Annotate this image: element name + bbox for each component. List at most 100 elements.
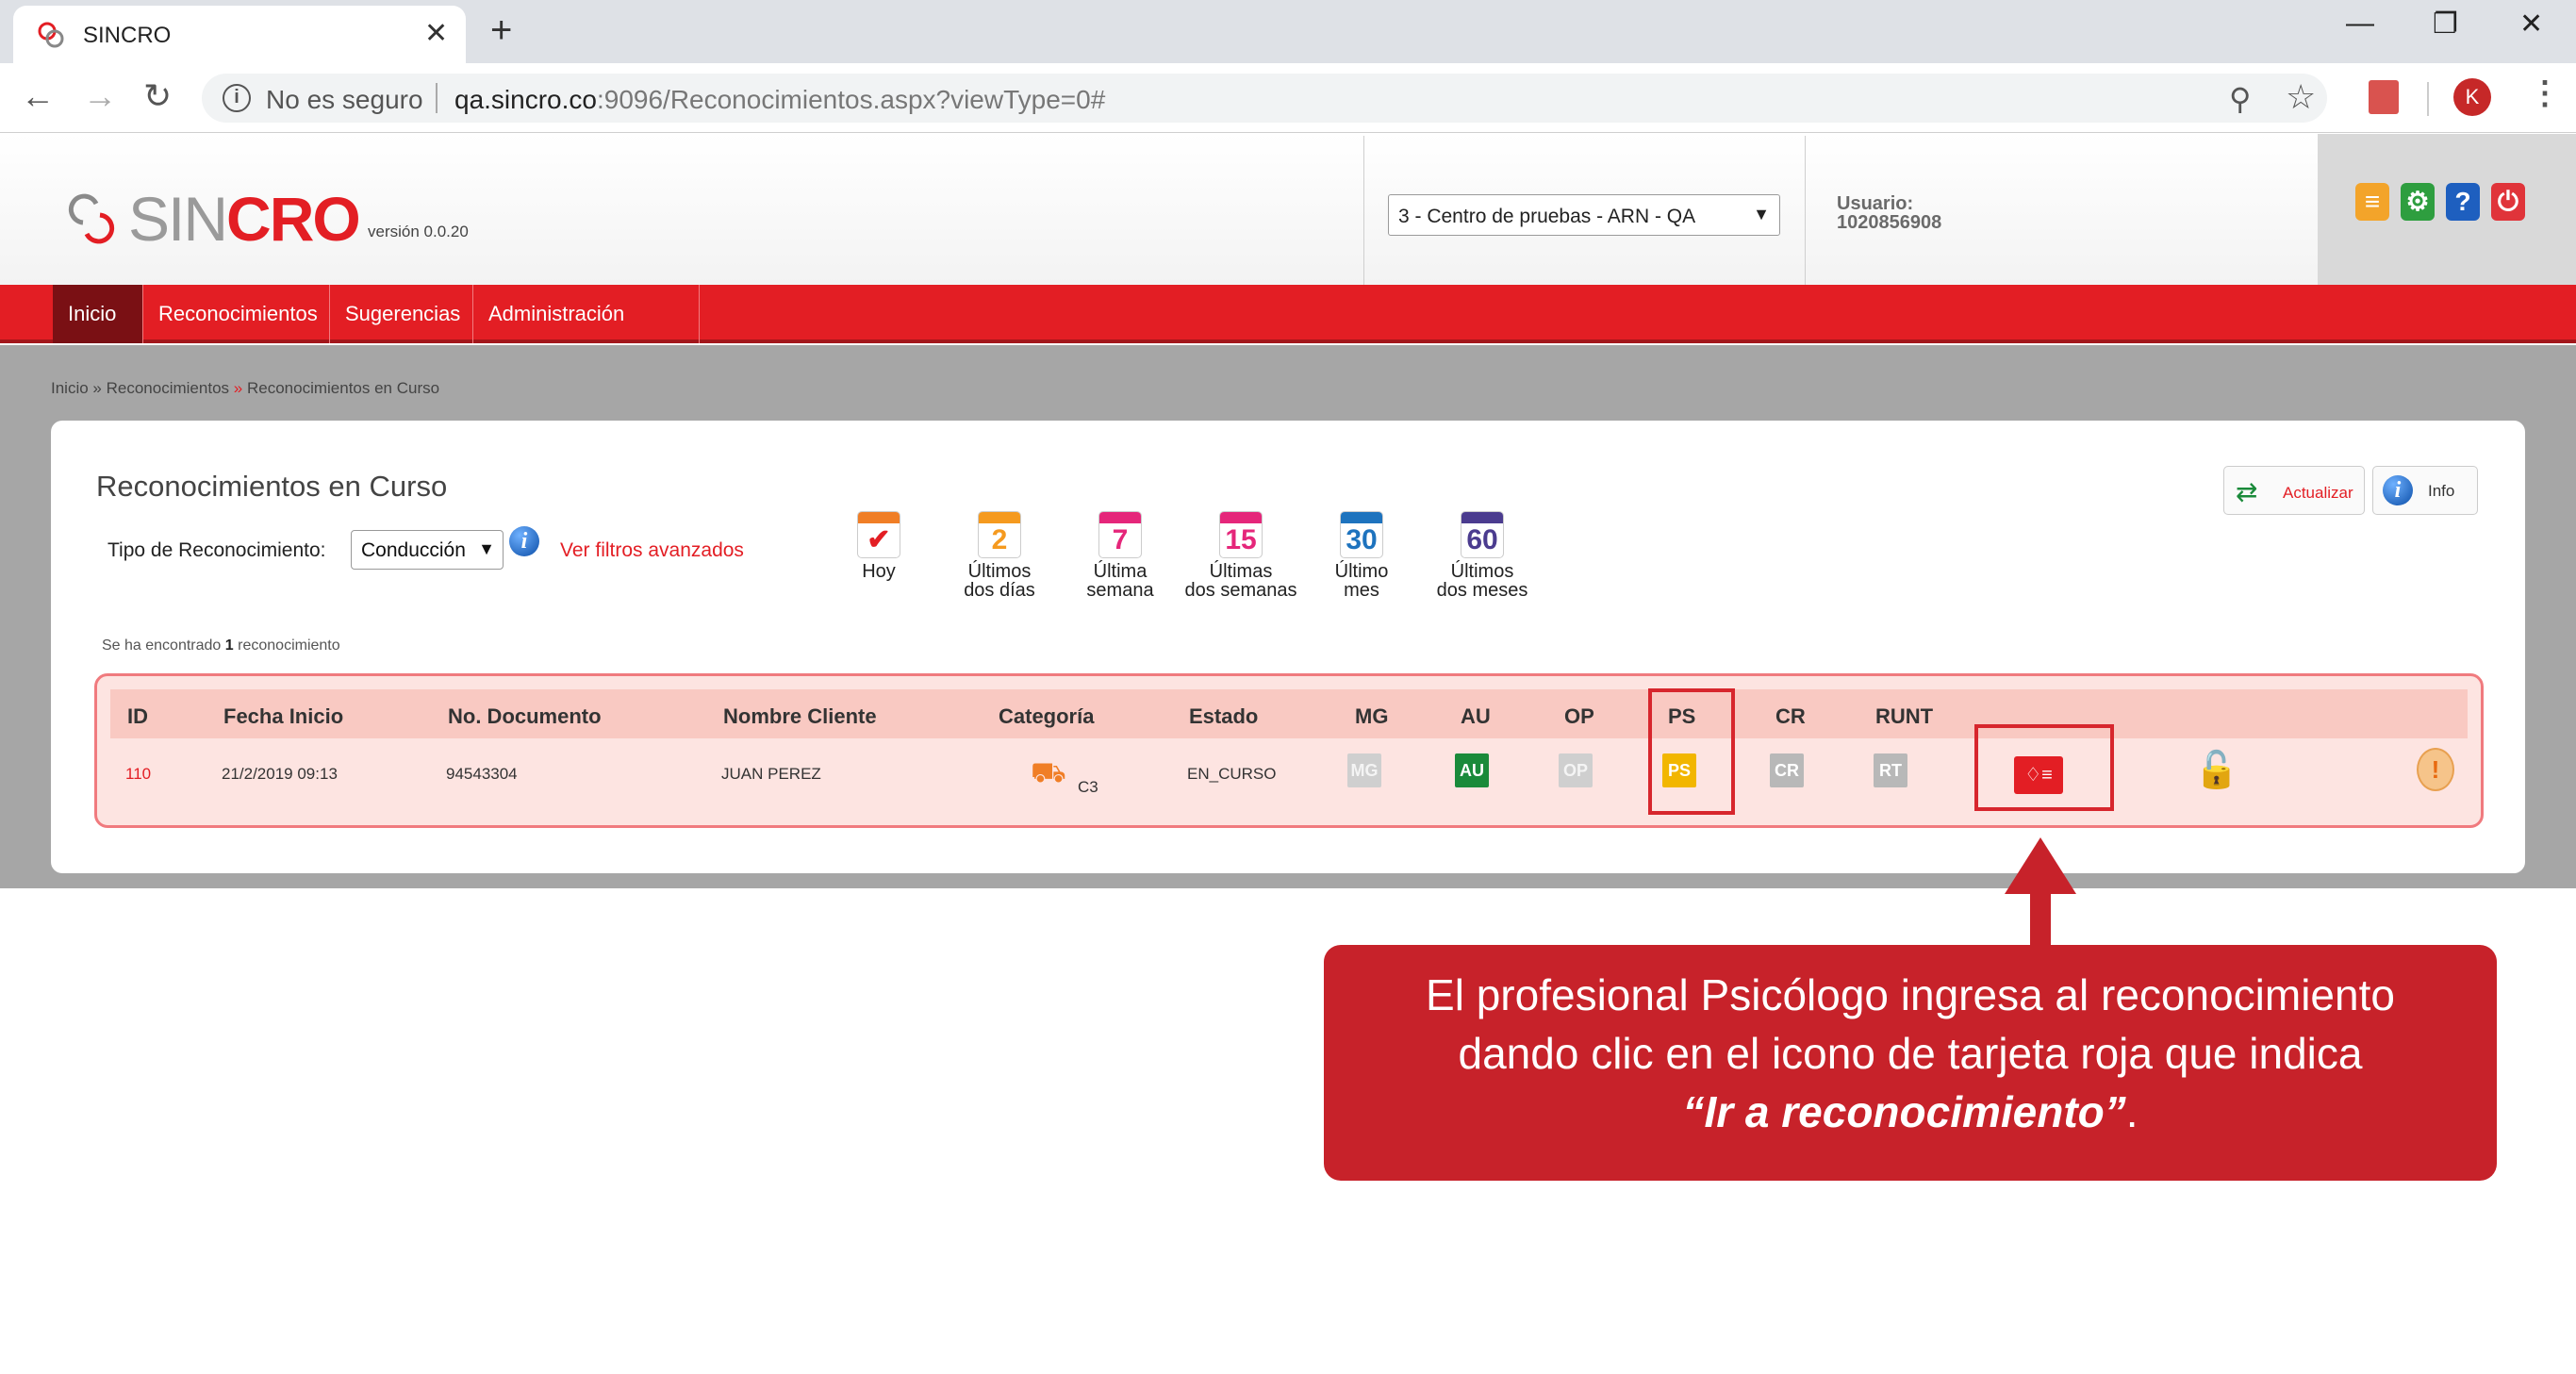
info-button[interactable]: i Info	[2372, 466, 2478, 515]
recognitions-panel: Reconocimientos en Curso Tipo de Reconoc…	[51, 421, 2525, 873]
main-menu: Inicio Reconocimientos Sugerencias Admin…	[0, 285, 2576, 384]
header-divider	[1805, 136, 1806, 287]
menu-item-reconocimientos[interactable]: Reconocimientos	[143, 285, 330, 343]
pdf-extension-icon[interactable]	[2369, 80, 2399, 114]
user-id: 1020856908	[1837, 212, 1942, 233]
bookmark-star-icon[interactable]: ☆	[2286, 77, 2316, 117]
sincro-favicon-icon	[38, 22, 64, 48]
power-icon[interactable]: ⏻	[2491, 183, 2525, 221]
tipo-reconocimiento-label: Tipo de Reconocimiento:	[107, 539, 326, 561]
calendar-icon: 60	[1461, 511, 1504, 558]
breadcrumb-current: Reconocimientos en Curso	[246, 379, 440, 397]
address-bar[interactable]: i No es seguro qa.sincro.co:9096/Reconoc…	[202, 74, 2327, 123]
col-nombre-cliente: Nombre Cliente	[723, 704, 877, 728]
calendar-icon: 15	[1219, 511, 1263, 558]
close-window-icon[interactable]: ✕	[2519, 8, 2543, 41]
alert-timer-icon[interactable]: !	[2417, 748, 2454, 791]
col-estado: Estado	[1189, 704, 1259, 728]
restore-icon[interactable]: ❐	[2433, 8, 2458, 41]
actualizar-button[interactable]: ⇄ Actualizar	[2223, 466, 2365, 515]
cell-fecha: 21/2/2019 09:13	[222, 765, 338, 783]
filter-hoy[interactable]: ✔ Hoy	[822, 511, 935, 581]
browser-tab[interactable]: SINCRO ✕	[13, 6, 466, 63]
sincro-logo: SINCRO	[128, 184, 361, 254]
user-info: Usuario: 1020856908	[1837, 193, 1942, 233]
breadcrumb: Inicio » Reconocimientos » Reconocimient…	[51, 379, 440, 397]
cr-badge[interactable]: CR	[1770, 753, 1804, 787]
refresh-icon: ⇄	[2236, 477, 2258, 506]
cell-cliente: JUAN PEREZ	[721, 765, 821, 783]
cell-estado: EN_CURSO	[1187, 765, 1277, 783]
info-icon[interactable]: i	[509, 526, 539, 556]
new-tab-button[interactable]: +	[490, 9, 512, 52]
ver-filtros-avanzados-link[interactable]: Ver filtros avanzados	[560, 539, 744, 562]
profile-avatar[interactable]: K	[2453, 78, 2491, 116]
mg-badge[interactable]: MG	[1347, 753, 1381, 787]
url-text[interactable]: qa.sincro.co:9096/Reconocimientos.aspx?v…	[454, 85, 1105, 115]
minimize-icon[interactable]: —	[2346, 8, 2374, 40]
help-icon[interactable]: ?	[2446, 183, 2480, 221]
settings-gear-icon[interactable]: ⚙	[2401, 183, 2435, 221]
breadcrumb-section[interactable]: Reconocimientos	[107, 379, 229, 397]
menu-item-sugerencias[interactable]: Sugerencias	[330, 285, 473, 343]
chevron-down-icon: ▼	[1753, 205, 1770, 223]
truck-icon: ⛟	[1031, 757, 1066, 788]
site-info-icon[interactable]: i	[223, 84, 251, 112]
cell-id[interactable]: 110	[125, 765, 151, 784]
col-runt: RUNT	[1875, 704, 1934, 728]
filter-ultimos-dos-dias[interactable]: 2 Últimos dos días	[943, 511, 1056, 600]
page-title: Reconocimientos en Curso	[96, 470, 448, 503]
back-arrow-icon[interactable]: ←	[21, 76, 55, 116]
zoom-icon[interactable]: ⚲	[2229, 81, 2251, 117]
browser-menu-icon[interactable]: ⋮	[2529, 74, 2561, 112]
browser-toolbar: ← → ↻ i No es seguro qa.sincro.co:9096/R…	[0, 63, 2576, 133]
filter-ultimas-dos-semanas[interactable]: 15 Últimas dos semanas	[1184, 511, 1297, 600]
unlock-icon[interactable]: 🔓	[2194, 750, 2238, 791]
cell-categoria: C3	[1078, 778, 1098, 796]
instruction-callout: El profesional Psicólogo ingresa al reco…	[1324, 945, 2497, 1181]
filter-ultima-semana[interactable]: 7 Última semana	[1064, 511, 1177, 600]
toolbar-separator	[2427, 82, 2429, 116]
browser-tab-bar: SINCRO ✕ + — ❐ ✕	[0, 0, 2576, 63]
cell-documento: 94543304	[446, 765, 518, 783]
header-actions: ≡ ⚙ ? ⏻	[2318, 134, 2576, 285]
calendar-icon: 30	[1340, 511, 1383, 558]
document-icon[interactable]: ≡	[2355, 183, 2389, 221]
menu-item-administracion-centro[interactable]: Administración Centro	[473, 285, 700, 384]
rt-badge[interactable]: RT	[1874, 753, 1907, 787]
menu-item-inicio[interactable]: Inicio	[53, 285, 143, 343]
col-mg: MG	[1355, 704, 1389, 728]
security-label: No es seguro	[266, 85, 423, 114]
site-header: SINCRO versión 0.0.20 3 - Centro de prue…	[0, 134, 2576, 287]
center-select[interactable]: 3 - Centro de pruebas - ARN - QA ▼	[1388, 194, 1780, 236]
chevron-down-icon: ▼	[478, 539, 495, 558]
col-id: ID	[127, 704, 148, 728]
col-categoria: Categoría	[999, 704, 1095, 728]
app-version: versión 0.0.20	[368, 223, 469, 240]
col-no-documento: No. Documento	[448, 704, 602, 728]
tab-title: SINCRO	[83, 23, 172, 48]
close-tab-icon[interactable]: ✕	[424, 17, 448, 50]
tipo-reconocimiento-select[interactable]: Conducción ▼	[351, 530, 504, 570]
table-header: ID Fecha Inicio No. Documento Nombre Cli…	[110, 689, 2468, 738]
results-table: ID Fecha Inicio No. Documento Nombre Cli…	[94, 673, 2484, 828]
breadcrumb-home[interactable]: Inicio	[51, 379, 89, 397]
filter-ultimos-dos-meses[interactable]: 60 Últimos dos meses	[1426, 511, 1539, 600]
reload-icon[interactable]: ↻	[143, 76, 172, 116]
header-divider	[1363, 136, 1364, 287]
calendar-icon: 2	[978, 511, 1021, 558]
col-op: OP	[1564, 704, 1594, 728]
op-badge[interactable]: OP	[1559, 753, 1593, 787]
callout-arrow-stem	[2030, 883, 2051, 949]
au-badge[interactable]: AU	[1455, 753, 1489, 787]
filter-ultimo-mes[interactable]: 30 Último mes	[1305, 511, 1418, 600]
sincro-logo-icon	[68, 193, 115, 244]
col-cr: CR	[1775, 704, 1806, 728]
ir-a-reconocimiento-card-icon[interactable]: ♢≡	[2014, 756, 2063, 794]
forward-arrow-icon[interactable]: →	[83, 76, 117, 116]
col-au: AU	[1461, 704, 1491, 728]
results-count: Se ha encontrado 1 reconocimiento	[102, 637, 340, 654]
col-fecha-inicio: Fecha Inicio	[223, 704, 344, 728]
calendar-icon: 7	[1098, 511, 1142, 558]
ps-column-highlight	[1648, 688, 1735, 815]
